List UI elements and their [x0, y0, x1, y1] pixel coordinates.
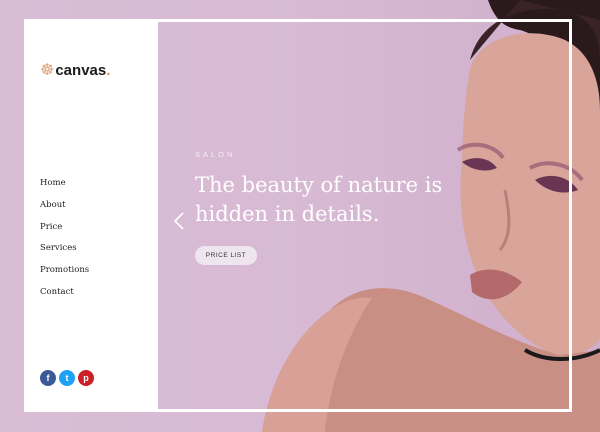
hero-headline: The beauty of nature is hidden in detail…: [195, 173, 443, 226]
facebook-icon[interactable]: f: [40, 370, 56, 386]
nav-item-contact[interactable]: Contact: [40, 285, 89, 307]
nav-item-about[interactable]: About: [40, 198, 89, 220]
nav-item-home[interactable]: Home: [40, 176, 89, 198]
nav-item-services[interactable]: Services: [40, 241, 89, 263]
nav-item-promotions[interactable]: Promotions: [40, 263, 89, 285]
price-list-button[interactable]: PRICE LIST: [195, 246, 257, 265]
chevron-left-icon[interactable]: [172, 211, 186, 231]
brand-dot: .: [106, 62, 111, 79]
logo-mark-icon: ☸: [40, 60, 55, 79]
main-nav: Home About Price Services Promotions Con…: [40, 176, 89, 307]
brand-logo[interactable]: ☸ canvas .: [40, 60, 110, 79]
social-links: f t p: [40, 370, 94, 386]
pinterest-icon[interactable]: p: [78, 370, 94, 386]
brand-name: canvas: [55, 62, 107, 79]
twitter-icon[interactable]: t: [59, 370, 75, 386]
nav-item-price[interactable]: Price: [40, 220, 89, 242]
hero-kicker: SALON: [195, 150, 236, 159]
